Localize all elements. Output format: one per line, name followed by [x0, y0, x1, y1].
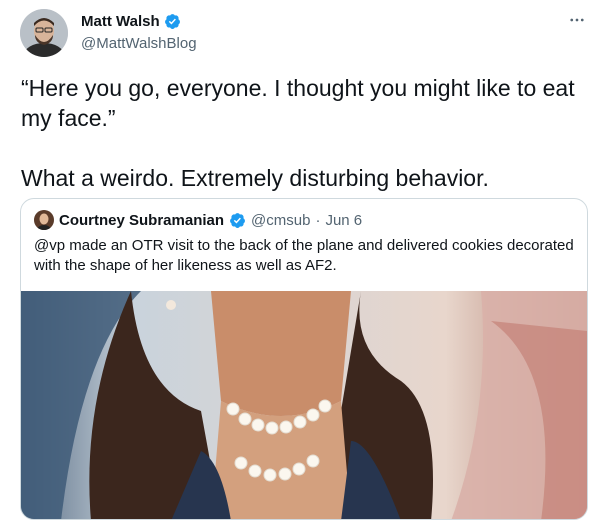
- quoted-tweet-text: @vp made an OTR visit to the back of the…: [34, 237, 574, 274]
- quoted-author-avatar[interactable]: [34, 210, 54, 230]
- avatar-portrait-icon: [34, 210, 54, 230]
- cookie-photo-image: [21, 291, 587, 519]
- verified-badge-icon: [230, 212, 245, 228]
- tweet: Matt Walsh @MattWalshBlog “Here you go, …: [0, 0, 603, 520]
- quoted-separator: ·: [315, 211, 321, 229]
- author-handle[interactable]: @MattWalshBlog: [81, 35, 197, 52]
- verified-badge-icon: [164, 14, 180, 29]
- author-name-row[interactable]: Matt Walsh: [81, 13, 181, 30]
- quoted-tweet-header: Courtney Subramanian @cmsub · Jun 6: [34, 210, 362, 230]
- quoted-tweet[interactable]: Courtney Subramanian @cmsub · Jun 6 @vp …: [20, 198, 588, 520]
- author-avatar[interactable]: [20, 9, 68, 57]
- author-name[interactable]: Matt Walsh: [81, 13, 160, 30]
- quoted-date[interactable]: Jun 6: [325, 212, 362, 229]
- quoted-author-handle[interactable]: @cmsub: [251, 212, 310, 229]
- quoted-tweet-media[interactable]: [21, 291, 587, 519]
- more-options-button[interactable]: [565, 8, 589, 32]
- avatar-portrait-icon: [20, 9, 68, 57]
- quoted-author-name[interactable]: Courtney Subramanian: [59, 212, 224, 229]
- tweet-text: “Here you go, everyone. I thought you mi…: [21, 75, 575, 191]
- more-options-icon: [570, 18, 584, 22]
